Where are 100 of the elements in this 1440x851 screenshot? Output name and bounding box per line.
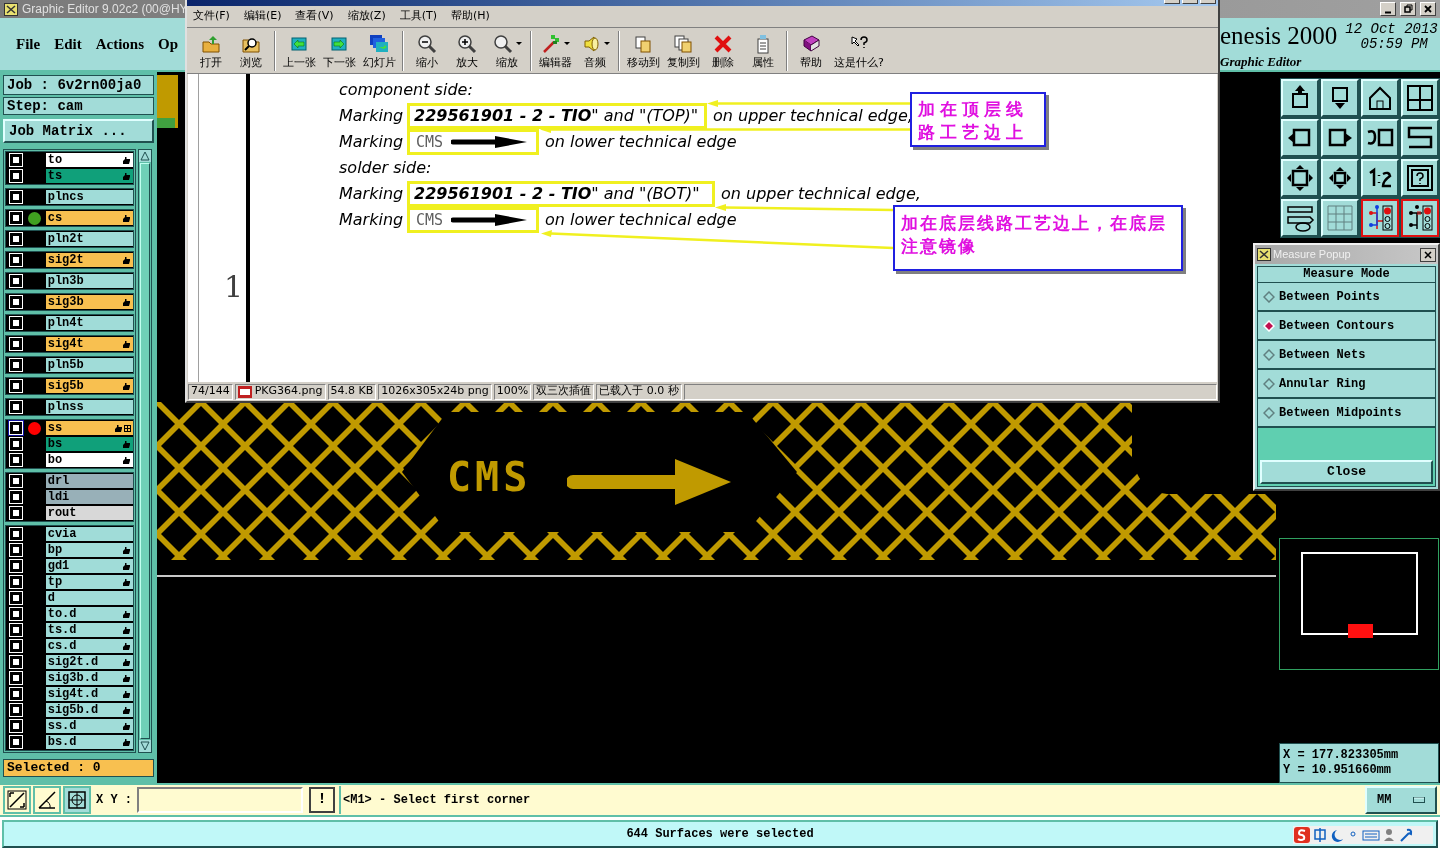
layer-name[interactable]: gd1 — [45, 559, 133, 573]
toolbar-button[interactable]: 移动到 — [623, 29, 663, 72]
layer-name[interactable]: pln4t — [45, 316, 133, 330]
layer-name[interactable]: ldi — [45, 490, 133, 504]
menu-item[interactable]: 缩放(Z) — [347, 8, 386, 25]
mode-header: Measure Mode — [1258, 267, 1435, 283]
radio-option[interactable]: Annular Ring — [1258, 370, 1435, 399]
layer-name[interactable]: sig4t — [45, 337, 133, 351]
toolbar-button[interactable]: 属性 — [743, 29, 783, 72]
menu-item[interactable]: 查看(V) — [295, 8, 334, 25]
layer-name[interactable]: ss.d — [45, 719, 133, 733]
layer-name[interactable]: sig3b — [45, 295, 133, 309]
tool-button[interactable] — [1361, 199, 1399, 237]
layer-name[interactable]: plnss — [45, 400, 133, 414]
layer-name[interactable]: tp — [45, 575, 133, 589]
layer-name[interactable]: sig2t.d — [45, 655, 133, 669]
date-text: 12 Oct 2013 — [1345, 22, 1438, 38]
scroll-up-icon[interactable] — [139, 150, 151, 162]
magnifier-icon — [492, 34, 513, 54]
layer-name[interactable]: rout — [45, 506, 133, 520]
radio-option[interactable]: Between Contours — [1258, 312, 1435, 341]
menu-item[interactable]: File — [16, 32, 41, 56]
marking-description: on upper technical edge, — [713, 106, 913, 126]
toolbar-button[interactable]: 复制到 — [663, 29, 703, 72]
delete-icon — [713, 34, 733, 54]
menu-item[interactable]: 帮助(H) — [451, 8, 490, 25]
alert-button[interactable]: ! — [309, 786, 335, 813]
layer-name[interactable]: bo — [45, 453, 133, 467]
toolbar-button[interactable]: 下一张 — [319, 29, 359, 72]
menu-item[interactable]: 编辑(E) — [243, 8, 282, 25]
restore-button[interactable] — [1400, 2, 1416, 16]
toolbar-button[interactable]: 删除 — [703, 29, 743, 72]
layer-name[interactable]: to.d — [45, 607, 133, 621]
time-text: 05:59 PM — [1360, 37, 1429, 53]
layer-name[interactable]: ts.d — [45, 623, 133, 637]
close-icon — [1422, 3, 1434, 15]
menu-item[interactable]: 工具(T) — [399, 8, 437, 25]
job-matrix-button[interactable]: Job Matrix ... — [3, 119, 154, 143]
toolbar-button[interactable]: 浏览 — [231, 29, 271, 72]
layer-name[interactable]: bp — [45, 543, 133, 557]
radio-option[interactable]: Between Midpoints — [1258, 399, 1435, 428]
tool-button[interactable] — [1401, 199, 1439, 237]
layer-name[interactable]: drl — [45, 474, 133, 488]
layer-name[interactable]: ts — [45, 169, 133, 183]
layer-name[interactable]: sig4t.d — [45, 687, 133, 701]
layer-name[interactable]: ss — [45, 421, 133, 435]
layer-name[interactable]: to — [45, 153, 133, 167]
layer-name[interactable]: pln5b — [45, 358, 133, 372]
radio-option[interactable]: Between Nets — [1258, 341, 1435, 370]
selected-count: Selected : 0 — [3, 759, 154, 777]
close-button[interactable] — [1420, 247, 1436, 262]
layer-name[interactable]: sig5b.d — [45, 703, 133, 717]
layer-name[interactable]: pln2t — [45, 232, 133, 246]
scrollbar-thumb[interactable] — [140, 163, 150, 739]
toolbar-button[interactable]: 这是什么? — [831, 29, 887, 72]
toolbar-button[interactable]: 幻灯片 — [359, 29, 399, 72]
layer-name[interactable]: pln3b — [45, 274, 133, 288]
expand-icon — [1285, 163, 1315, 193]
help-icon — [1405, 163, 1435, 193]
radio-option[interactable]: Between Points — [1258, 283, 1435, 312]
toolbar-button[interactable]: 打开 — [191, 29, 231, 72]
units-dropdown[interactable]: MM — [1365, 785, 1437, 814]
toolbar-button[interactable]: 编辑器 — [535, 29, 575, 72]
layer-name[interactable]: bs — [45, 437, 133, 451]
crosshair-icon-button[interactable] — [63, 785, 91, 814]
angle-icon — [36, 788, 58, 811]
snap-icon — [6, 788, 28, 811]
scroll-down-icon[interactable] — [139, 740, 151, 752]
close-button[interactable]: Close — [1260, 460, 1433, 484]
slides-icon — [369, 34, 389, 54]
layer-name[interactable]: cvia — [45, 527, 133, 541]
layer-name[interactable]: cs — [45, 211, 133, 225]
layer-name[interactable]: bs.d — [45, 735, 133, 749]
coordinate-input[interactable] — [137, 786, 303, 813]
toolbar-button[interactable]: 帮助 — [791, 29, 831, 72]
angle-icon-button[interactable] — [33, 785, 61, 814]
layer-name[interactable]: cs.d — [45, 639, 133, 653]
toolbar-button[interactable]: 上一张 — [279, 29, 319, 72]
scrollbar[interactable] — [138, 149, 152, 753]
layer-name[interactable]: plncs — [45, 190, 133, 204]
menu-item[interactable]: 文件(F) — [193, 8, 230, 25]
copy-icon — [673, 34, 693, 54]
marking-description: on lower technical edge — [545, 210, 737, 230]
menu-item[interactable]: Edit — [54, 32, 82, 56]
marking-label: Marking — [339, 184, 405, 204]
layer-name[interactable]: d — [45, 591, 133, 605]
menu-item[interactable]: Op — [158, 32, 179, 56]
toolbar-button[interactable]: 音频 — [575, 29, 615, 72]
toolbar-button[interactable]: 缩放 — [487, 29, 527, 72]
minimize-button[interactable] — [1380, 2, 1396, 16]
snap-icon-button[interactable] — [3, 785, 31, 814]
layer-name[interactable]: sig5b — [45, 379, 133, 393]
status-field: 100% — [493, 383, 532, 400]
layer-name[interactable]: sig3b.d — [45, 671, 133, 685]
toolbar-button[interactable]: 放大 — [447, 29, 487, 72]
toolbar-button[interactable]: 缩小 — [407, 29, 447, 72]
section-heading: solder side: — [339, 158, 432, 178]
layer-name[interactable]: sig2t — [45, 253, 133, 267]
menu-item[interactable]: Actions — [95, 32, 144, 56]
page-number: 1 — [224, 270, 244, 304]
